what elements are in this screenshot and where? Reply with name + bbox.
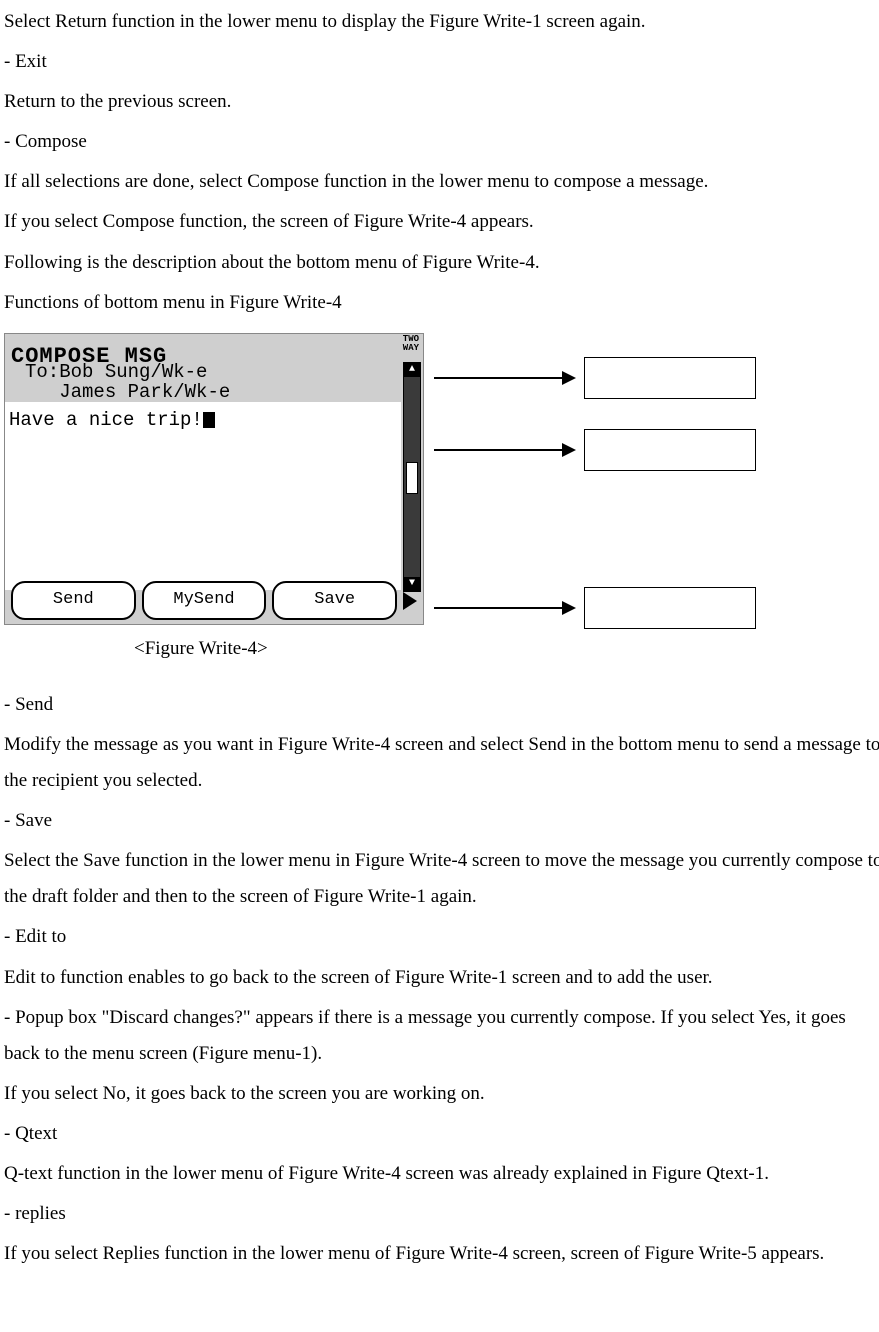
scroll-track[interactable] <box>404 377 420 577</box>
message-text: Have a nice trip! <box>9 409 203 431</box>
figure-write-4-row: COMPOSE MSG TWO WAY To:Bob Sung/Wk-e Jam… <box>4 333 879 625</box>
replies-label: - replies <box>4 1196 879 1232</box>
save-label: - Save <box>4 803 879 839</box>
recipient-1: Bob Sung/Wk-e <box>59 361 207 383</box>
popup-desc: - Popup box "Discard changes?" appears i… <box>4 1000 879 1072</box>
arrow-3 <box>434 607 574 609</box>
compose-desc-3: Following is the description about the b… <box>4 245 879 281</box>
two-way-line2: WAY <box>403 343 419 353</box>
figure-caption: <Figure Write-4> <box>134 631 879 667</box>
compose-desc-1: If all selections are done, select Compo… <box>4 164 879 200</box>
mysend-button[interactable]: MySend <box>142 581 267 619</box>
bottom-menu: Send MySend Save <box>11 581 417 619</box>
save-button[interactable]: Save <box>272 581 397 619</box>
recipient-2: James Park/Wk-e <box>59 381 230 403</box>
qtext-desc: Q-text function in the lower menu of Fig… <box>4 1156 879 1192</box>
editto-label: - Edit to <box>4 919 879 955</box>
arrow-2 <box>434 449 574 451</box>
compose-desc-2: If you select Compose function, the scre… <box>4 204 879 240</box>
qtext-label: - Qtext <box>4 1116 879 1152</box>
annotation-box-1 <box>584 357 756 399</box>
send-label: - Send <box>4 687 879 723</box>
exit-label: - Exit <box>4 44 879 80</box>
save-desc: Select the Save function in the lower me… <box>4 843 879 915</box>
scrollbar[interactable]: ▲ ▼ <box>403 362 421 592</box>
editto-desc: Edit to function enables to go back to t… <box>4 960 879 996</box>
annotation-box-3 <box>584 587 756 629</box>
send-button[interactable]: Send <box>11 581 136 619</box>
annotation-box-2 <box>584 429 756 471</box>
scroll-thumb[interactable] <box>406 462 418 494</box>
functions-heading: Functions of bottom menu in Figure Write… <box>4 285 879 321</box>
annotation-column <box>424 333 879 623</box>
to-prefix: To: <box>25 361 59 383</box>
replies-desc: If you select Replies function in the lo… <box>4 1236 879 1272</box>
menu-more-arrow-icon[interactable] <box>403 592 417 610</box>
arrow-1 <box>434 377 574 379</box>
two-way-indicator: TWO WAY <box>403 335 419 353</box>
send-desc: Modify the message as you want in Figure… <box>4 727 879 799</box>
message-body[interactable]: Have a nice trip! <box>7 402 217 438</box>
to-field: To:Bob Sung/Wk-e James Park/Wk-e <box>25 362 230 402</box>
scroll-up-arrow-icon[interactable]: ▲ <box>404 363 420 377</box>
popup-no-desc: If you select No, it goes back to the sc… <box>4 1076 879 1112</box>
device-screen: COMPOSE MSG TWO WAY To:Bob Sung/Wk-e Jam… <box>4 333 424 625</box>
exit-desc: Return to the previous screen. <box>4 84 879 120</box>
text-cursor <box>203 412 215 428</box>
intro-return: Select Return function in the lower menu… <box>4 4 879 40</box>
compose-label: - Compose <box>4 124 879 160</box>
